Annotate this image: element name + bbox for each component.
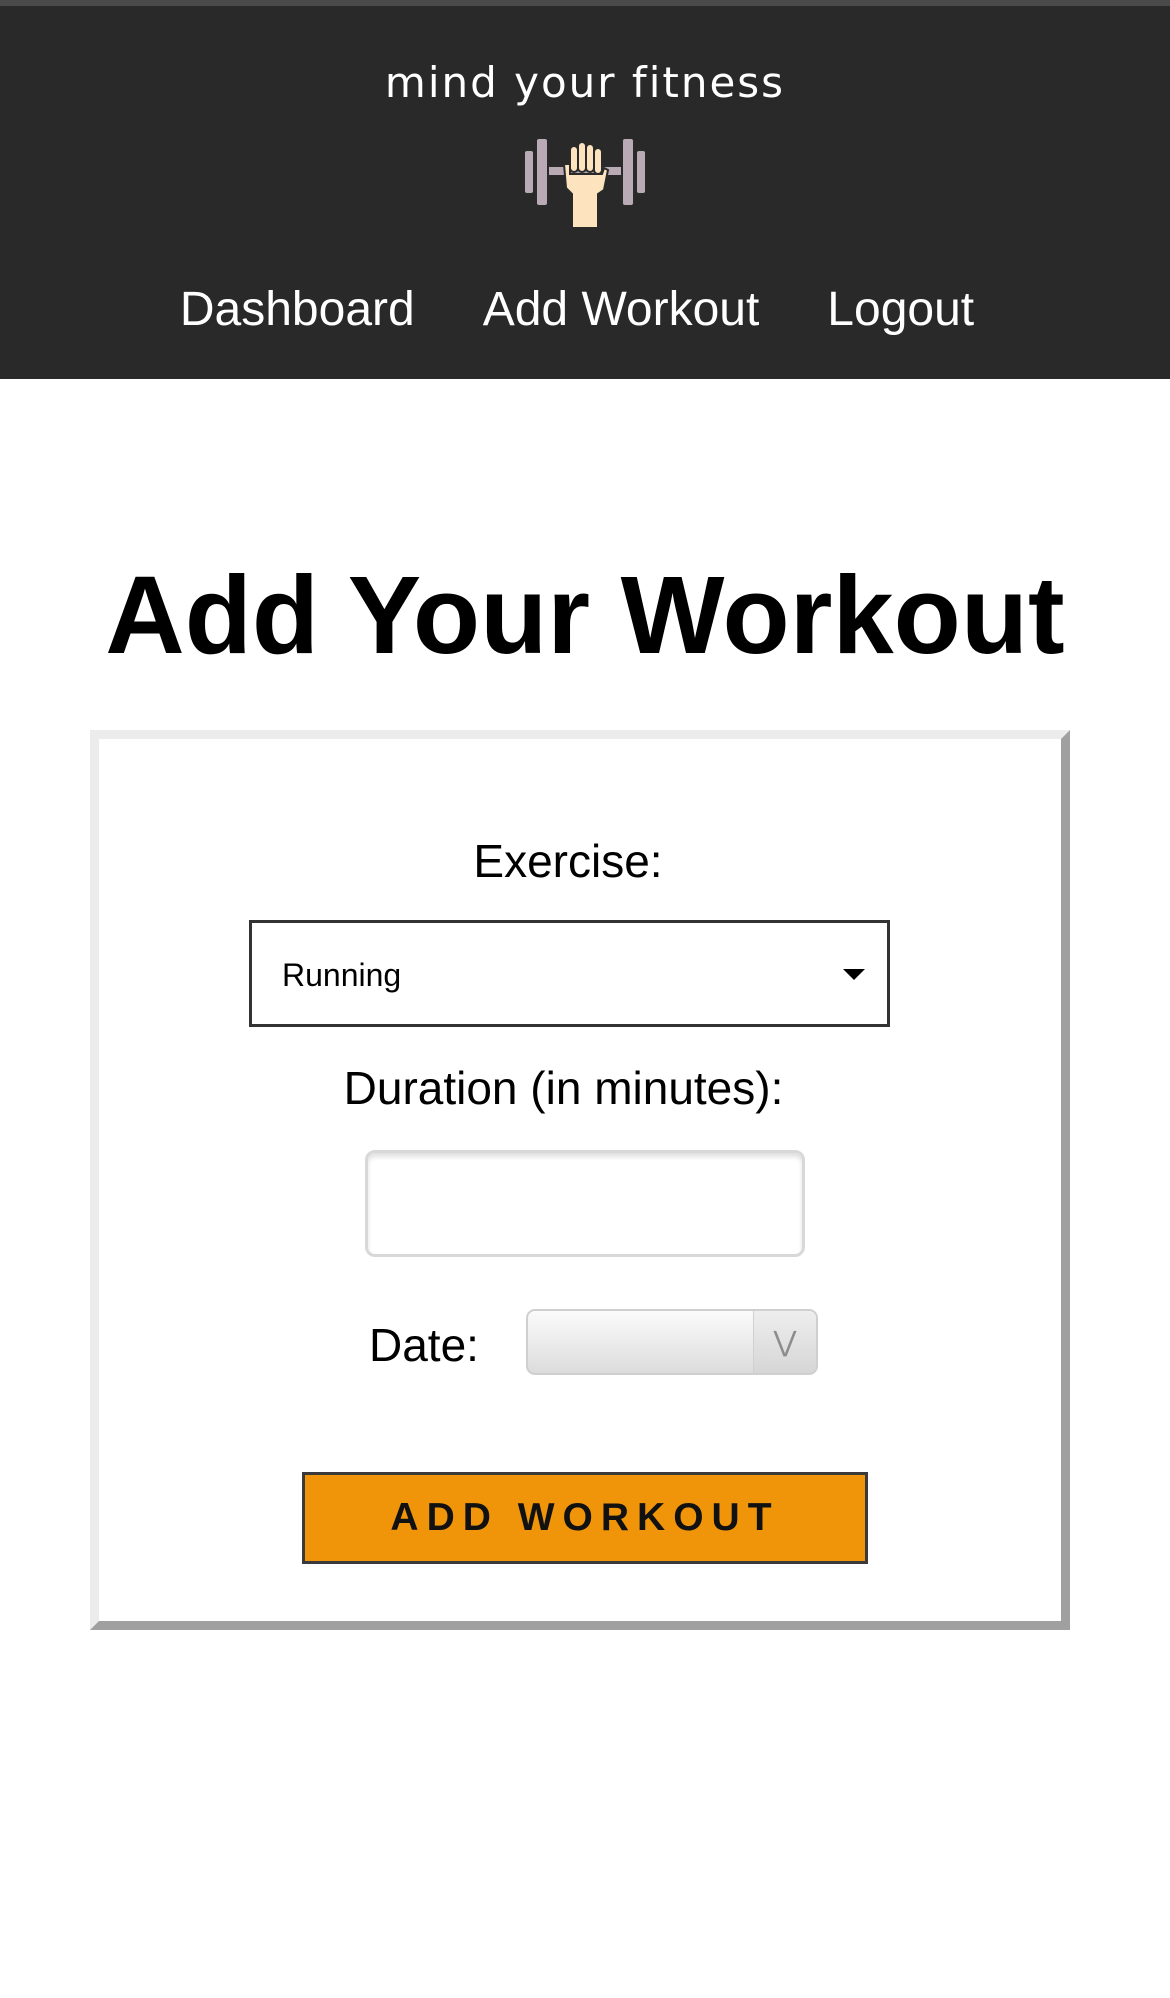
main-nav: Dashboard Add Workout Logout (0, 282, 1170, 337)
chevron-down-icon: ⋁ (753, 1311, 816, 1373)
exercise-label: Exercise: (473, 835, 663, 887)
exercise-select[interactable]: Running (249, 920, 890, 1027)
nav-dashboard-link[interactable]: Dashboard (180, 282, 415, 337)
duration-input[interactable] (365, 1150, 805, 1257)
dumbbell-fist-icon (523, 137, 647, 229)
duration-label: Duration (in minutes): (343, 1062, 784, 1114)
exercise-selected-value: Running (282, 957, 402, 993)
caret-down-icon (843, 969, 865, 980)
nav-add-workout-link[interactable]: Add Workout (483, 282, 760, 337)
add-workout-form: Exercise: Running Duration (in minutes):… (90, 730, 1070, 1630)
brand-name: mind your fitness (384, 58, 786, 107)
page-title: Add Your Workout (105, 554, 1065, 677)
site-header: mind your fitness Dashboard Add Workout … (0, 6, 1170, 379)
date-picker[interactable]: ⋁ (526, 1309, 818, 1375)
date-label: Date: (369, 1319, 479, 1371)
add-workout-button[interactable]: ADD WORKOUT (302, 1472, 868, 1564)
nav-logout-link[interactable]: Logout (827, 282, 974, 337)
